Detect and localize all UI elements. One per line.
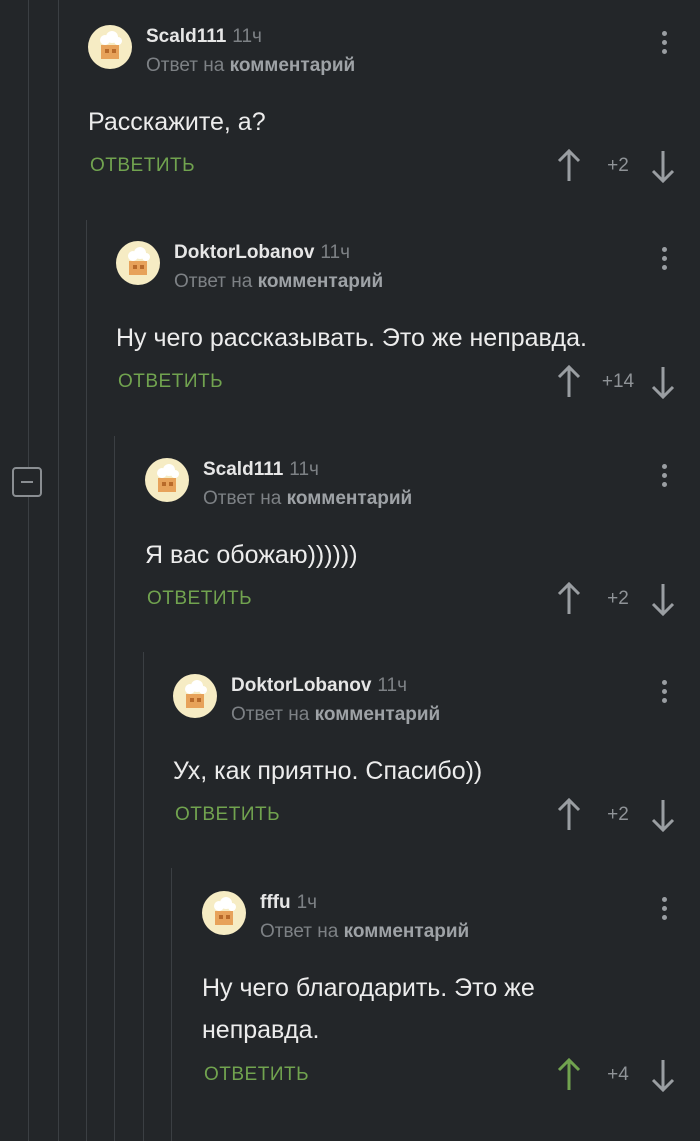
comment-text: Ух, как приятно. Спасибо)): [173, 757, 483, 785]
comment-score: +14: [601, 371, 635, 392]
comment: Scald111 11ч Ответ на комментарий Я вас о…: [145, 458, 700, 628]
reply-to-info: Ответ на комментарий: [174, 271, 384, 292]
avatar[interactable]: [173, 674, 217, 718]
thread-line: [114, 436, 115, 1141]
vote-controls: +4: [556, 1058, 676, 1092]
avatar[interactable]: [202, 891, 246, 935]
parent-comment-link[interactable]: комментарий: [258, 271, 384, 292]
avatar[interactable]: [116, 241, 160, 285]
downvote-icon[interactable]: [650, 582, 676, 616]
comment-score: +2: [607, 588, 629, 609]
comment-score: +4: [607, 1064, 629, 1085]
reply-to-info: Ответ на комментарий: [231, 704, 441, 725]
downvote-icon[interactable]: [650, 149, 676, 183]
parent-comment-link[interactable]: комментарий: [287, 488, 413, 509]
upvote-icon[interactable]: [556, 149, 582, 183]
comment-time: 11ч: [232, 26, 262, 47]
comment-score: +2: [607, 804, 629, 825]
comment-time: 11ч: [289, 459, 319, 480]
reply-button[interactable]: ОТВЕТИТЬ: [90, 154, 195, 178]
avatar[interactable]: [145, 458, 189, 502]
comment-score: +2: [607, 155, 629, 176]
downvote-icon[interactable]: [650, 1058, 676, 1092]
comment: DoktorLobanov 11ч Ответ на комментарий Ух…: [173, 674, 700, 844]
author-name[interactable]: Scald111 11ч: [146, 25, 262, 49]
author-name[interactable]: fffu 1ч: [260, 891, 317, 915]
comment-text: Ну чего рассказывать. Это же неправда.: [116, 324, 587, 352]
comment-text: Расскажите, а?: [88, 108, 266, 136]
collapse-thread-button[interactable]: [12, 467, 42, 497]
downvote-icon[interactable]: [650, 365, 676, 399]
upvote-icon[interactable]: [556, 1058, 582, 1092]
reply-to-info: Ответ на комментарий: [146, 55, 356, 76]
comment-time: 11ч: [377, 675, 408, 696]
comment-time: 1ч: [296, 892, 318, 913]
more-menu-icon[interactable]: [662, 247, 668, 274]
comment: DoktorLobanov 11ч Ответ на комментарий Ну…: [116, 241, 700, 411]
comment: Scald111 11ч Ответ на комментарий Расскаж…: [88, 25, 700, 195]
more-menu-icon[interactable]: [662, 680, 668, 707]
avatar[interactable]: [88, 25, 132, 69]
author-name[interactable]: Scald111 11ч: [203, 458, 319, 482]
reply-to-info: Ответ на комментарий: [260, 921, 470, 942]
reply-button[interactable]: ОТВЕТИТЬ: [118, 370, 223, 394]
comment: fffu 1ч Ответ на комментарий Ну чего благ…: [202, 891, 700, 1106]
thread-line: [86, 220, 87, 1141]
comment-text: Я вас обожаю)))))): [145, 541, 358, 569]
downvote-icon[interactable]: [650, 798, 676, 832]
more-menu-icon[interactable]: [662, 897, 668, 924]
upvote-icon[interactable]: [556, 582, 582, 616]
comment-text: Ну чего благодарить. Это же неправда.: [202, 974, 535, 1044]
thread-line: [58, 0, 59, 1141]
vote-controls: +2: [556, 149, 676, 183]
parent-comment-link[interactable]: комментарий: [230, 55, 356, 76]
more-menu-icon[interactable]: [662, 31, 668, 58]
author-name[interactable]: DoktorLobanov 11ч: [174, 241, 350, 265]
vote-controls: +2: [556, 798, 676, 832]
thread-line: [28, 0, 29, 1141]
upvote-icon[interactable]: [556, 798, 582, 832]
reply-button[interactable]: ОТВЕТИТЬ: [204, 1063, 309, 1087]
reply-button[interactable]: ОТВЕТИТЬ: [147, 587, 252, 611]
author-name[interactable]: DoktorLobanov 11ч: [231, 674, 407, 698]
more-menu-icon[interactable]: [662, 464, 668, 491]
reply-to-info: Ответ на комментарий: [203, 488, 413, 509]
thread-line: [143, 652, 144, 1141]
vote-controls: +14: [556, 365, 676, 399]
comment-time: 11ч: [320, 242, 351, 263]
vote-controls: +2: [556, 582, 676, 616]
parent-comment-link[interactable]: комментарий: [344, 921, 470, 942]
thread-line: [171, 868, 172, 1141]
upvote-icon[interactable]: [556, 365, 582, 399]
parent-comment-link[interactable]: комментарий: [315, 704, 441, 725]
reply-button[interactable]: ОТВЕТИТЬ: [175, 803, 280, 827]
